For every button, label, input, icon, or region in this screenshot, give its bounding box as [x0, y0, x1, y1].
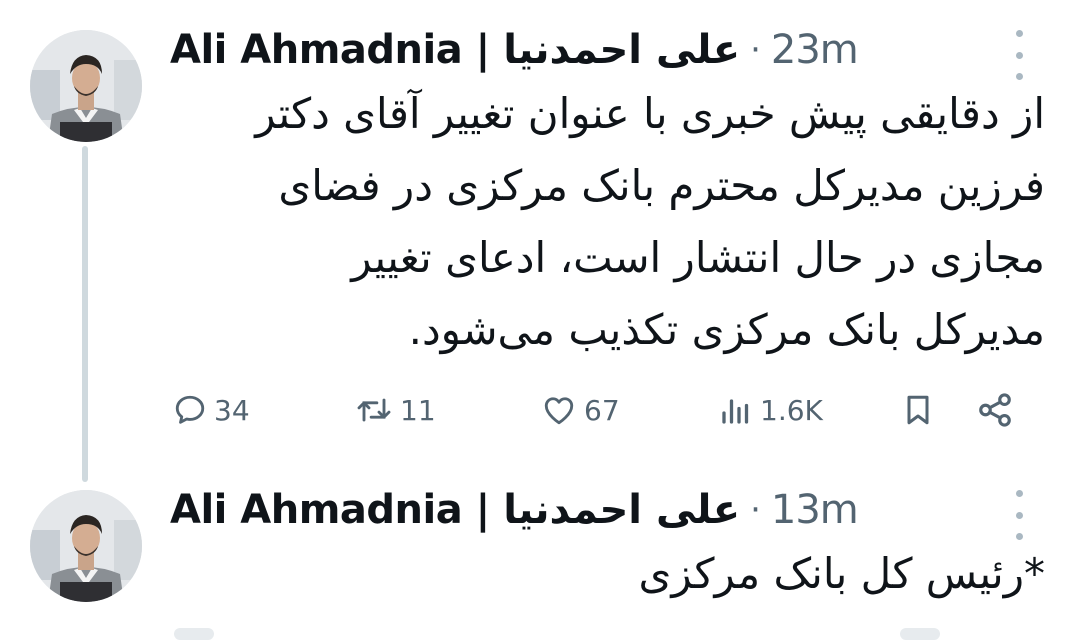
share-button[interactable] — [976, 386, 1014, 434]
reply-button[interactable]: 34 — [172, 386, 250, 434]
reply-icon — [175, 395, 205, 424]
timestamp[interactable]: 23m — [771, 27, 859, 73]
timestamp[interactable]: 13m — [771, 487, 859, 533]
author-name[interactable]: Ali Ahmadnia | علی احمدنیا — [170, 487, 741, 533]
avatar-image — [30, 30, 142, 142]
separator-dot: · — [750, 30, 761, 70]
tweet-text-line: مدیرکل بانک مرکزی تکذیب می‌شود. — [408, 305, 1045, 354]
avatar[interactable] — [30, 490, 142, 602]
tweet-text: *رئیس کل بانک مرکزی — [638, 538, 1045, 610]
tweet-header: Ali Ahmadnia | علی احمدنیا · 13m — [170, 480, 859, 540]
views-count: 1.6K — [760, 393, 823, 427]
tweet-text-line: فرزین مدیرکل محترم بانک مرکزی در فضای — [278, 161, 1045, 210]
reply-count: 34 — [214, 393, 250, 427]
avatar[interactable] — [30, 30, 142, 142]
repost-button[interactable]: 11 — [354, 386, 436, 434]
like-icon — [544, 397, 574, 425]
more-icon[interactable] — [1013, 490, 1025, 540]
repost-icon — [357, 398, 391, 422]
more-icon[interactable] — [1013, 30, 1025, 80]
views-button[interactable]: 1.6K — [718, 386, 823, 434]
avatar-image — [30, 490, 142, 602]
bookmark-button[interactable] — [900, 386, 936, 434]
repost-count: 11 — [400, 393, 436, 427]
cut-off-action-icon — [900, 628, 940, 640]
tweet-text: از دقایقی پیش خبری با عنوان تغییر آقای د… — [255, 78, 1045, 366]
views-icon — [722, 399, 749, 424]
tweet-header: Ali Ahmadnia | علی احمدنیا · 23m — [170, 20, 859, 80]
cut-off-action-icon — [174, 628, 214, 640]
tweet-text-line: از دقایقی پیش خبری با عنوان تغییر آقای د… — [255, 89, 1045, 138]
like-button[interactable]: 67 — [540, 386, 620, 434]
bookmark-icon — [907, 395, 929, 425]
separator-dot: · — [750, 490, 761, 530]
tweet-text-line: مجازی در حال انتشار است، ادعای تغییر — [351, 233, 1045, 282]
author-name[interactable]: Ali Ahmadnia | علی احمدنیا — [170, 27, 741, 73]
thread-connector-line — [82, 146, 88, 482]
share-icon — [979, 393, 1011, 427]
tweet-text-line: *رئیس کل بانک مرکزی — [638, 549, 1045, 598]
like-count: 67 — [584, 393, 620, 427]
